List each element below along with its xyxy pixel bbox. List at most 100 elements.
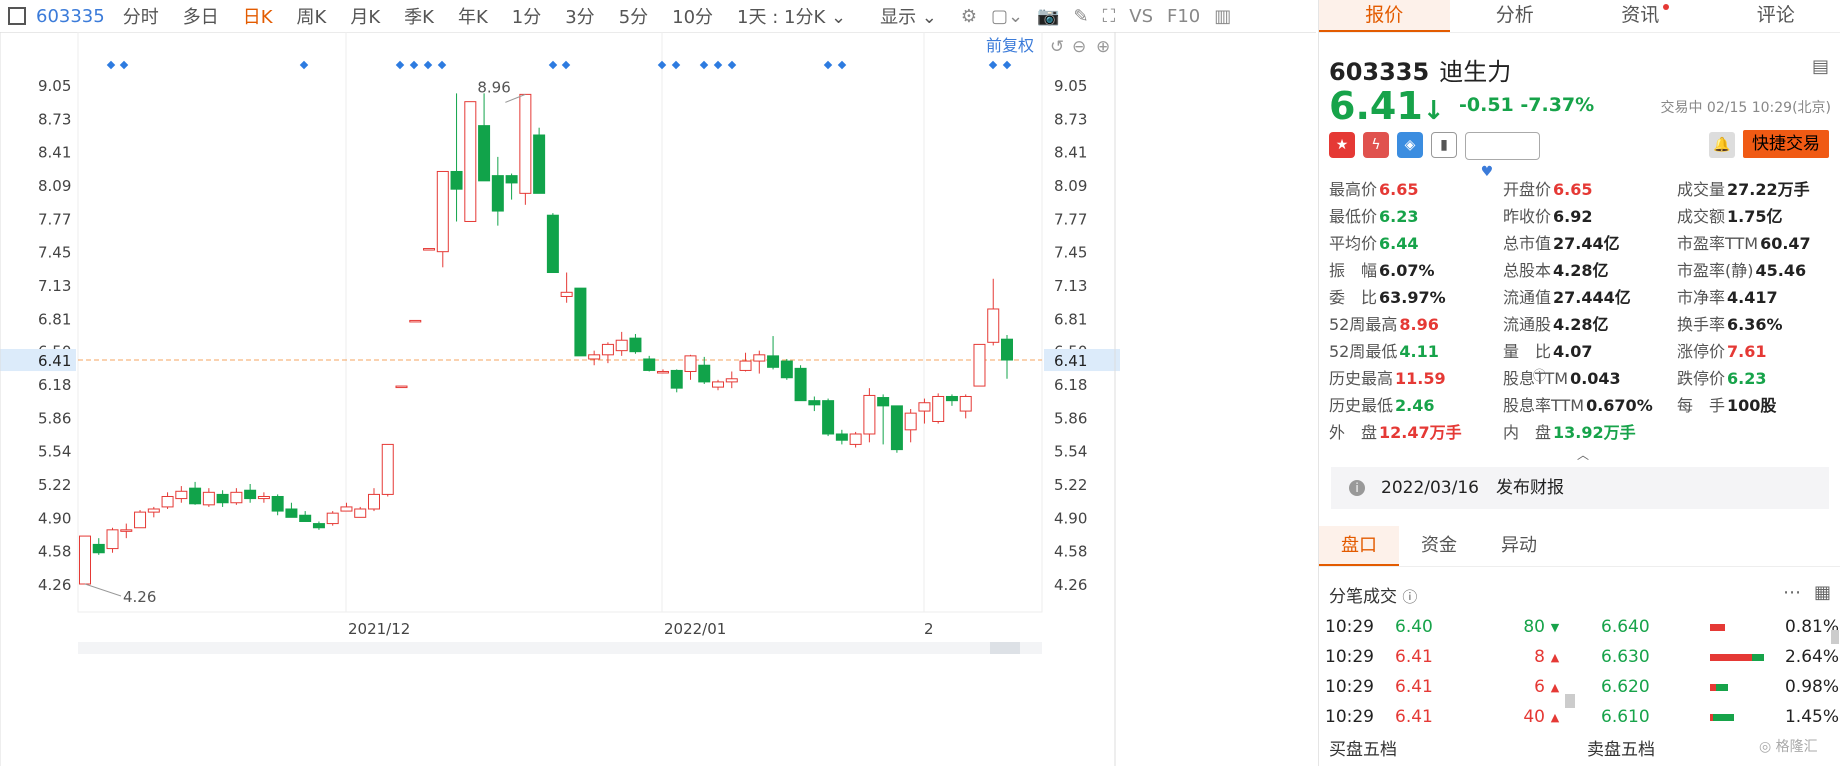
stats-row: 最低价 6.23 昨收价 6.92 成交额 1.75亿 <box>1329 203 1840 230</box>
display-menu[interactable]: 显示 ⌄ <box>880 3 937 29</box>
event-marker[interactable] <box>548 60 558 70</box>
lightning-icon[interactable]: ϟ <box>1363 132 1389 158</box>
event-marker[interactable] <box>299 60 309 70</box>
period-tab[interactable]: 日K <box>243 3 273 29</box>
candle-body <box>656 370 669 374</box>
earnings-report[interactable]: i 2022/03/16 发布财报 <box>1331 467 1829 509</box>
stat-cell: 开盘价 6.65 <box>1503 176 1677 203</box>
bell-icon[interactable]: 🔔 <box>1709 132 1735 158</box>
detail-tab[interactable]: 资金 <box>1399 526 1479 566</box>
candle <box>918 398 931 424</box>
layout-icon[interactable]: ▦ <box>1814 582 1831 603</box>
kline-chart[interactable]: 9.05 9.05 8.73 8.73 8.41 8.41 8.09 8.09 7.77 7.77… <box>0 32 1316 766</box>
candle-body <box>216 493 229 504</box>
candle <box>546 213 559 274</box>
draw-icon[interactable]: ✎ <box>1074 6 1089 27</box>
event-marker[interactable] <box>423 60 433 70</box>
event-marker[interactable] <box>409 60 419 70</box>
range-scrollbar[interactable] <box>78 642 1042 654</box>
candle <box>973 343 986 387</box>
quote-tab[interactable]: 资讯 <box>1580 0 1711 32</box>
watermark-icon: ◎ 格隆汇 <box>1759 739 1818 755</box>
candle <box>780 358 793 380</box>
zoom-out-icon[interactable]: ⊖ <box>1072 37 1086 57</box>
market-cap-more-icon[interactable]: ⓘ <box>1533 365 1546 384</box>
event-marker[interactable] <box>106 60 116 70</box>
bookmark-icon[interactable]: ▮ <box>1431 132 1457 158</box>
tick-price: 6.40 <box>1395 617 1433 637</box>
vs-button[interactable]: VS <box>1129 6 1153 27</box>
add-watchlist-button[interactable]: ♥ 自选 <box>1465 132 1540 180</box>
stat-value: 0.670% <box>1586 396 1653 415</box>
candle <box>670 369 683 393</box>
event-marker[interactable] <box>119 60 129 70</box>
event-marker[interactable] <box>837 60 847 70</box>
sidebar-icon[interactable]: ▥ <box>1214 6 1231 27</box>
detail-icon[interactable]: ▤ <box>1812 56 1829 77</box>
undo-icon[interactable]: ↺ <box>1050 37 1064 57</box>
candle-body <box>79 535 91 585</box>
event-marker[interactable] <box>671 60 681 70</box>
event-marker[interactable] <box>823 60 833 70</box>
camera-icon[interactable]: 📷 <box>1037 6 1059 27</box>
adjust-mode-button[interactable]: 前复权 <box>986 36 1034 55</box>
interval-select[interactable]: 1天 : 1分K ⌄ <box>737 3 846 29</box>
y-tick-left: 8.41 <box>38 144 71 162</box>
fullscreen-icon[interactable]: ⛶ <box>1103 6 1116 27</box>
y-tick-right: 4.26 <box>1054 576 1087 594</box>
event-marker[interactable] <box>561 60 571 70</box>
event-marker[interactable] <box>713 60 723 70</box>
more-icon[interactable]: ⋯ <box>1783 582 1801 603</box>
event-marker[interactable] <box>699 60 709 70</box>
event-marker[interactable] <box>657 60 667 70</box>
kline-chart-area[interactable]: 9.05 9.05 8.73 8.73 8.41 8.41 8.09 8.09 7.77 7.77… <box>0 32 1316 766</box>
stats-row: 平均价 6.44 总市值 27.44亿 市盈率TTM 60.47 <box>1329 230 1840 257</box>
stat-label: 总市值 <box>1503 234 1552 253</box>
panel-toggle-icon[interactable] <box>8 7 26 25</box>
quote-tab[interactable]: 分析 <box>1450 0 1581 32</box>
period-tab[interactable]: 季K <box>404 3 434 29</box>
collapse-icon[interactable]: ︿ <box>1577 446 1589 463</box>
settings-icon[interactable]: ⚙ <box>961 6 977 27</box>
period-tab[interactable]: 周K <box>297 3 327 29</box>
period-tab[interactable]: 10分 <box>672 3 713 29</box>
stat-value: 6.44 <box>1379 234 1419 253</box>
candle-body <box>767 355 780 368</box>
candle-body <box>684 355 697 372</box>
period-tab[interactable]: 3分 <box>565 3 594 29</box>
stat-cell: 股息TTM 0.043 <box>1503 365 1677 392</box>
stats-row: 委 比 63.97% 流通值 27.444亿 市净率 4.417 <box>1329 284 1840 311</box>
period-tab[interactable]: 月K <box>350 3 380 29</box>
period-tab[interactable]: 年K <box>458 3 488 29</box>
info-icon[interactable]: ⓘ <box>1402 588 1417 606</box>
y-tick-right: 4.90 <box>1054 509 1087 527</box>
tick-volume: 40 <box>1523 707 1545 727</box>
depth-scrollbar[interactable] <box>1831 630 1839 644</box>
period-tab[interactable]: 1分 <box>512 3 541 29</box>
event-marker[interactable] <box>988 60 998 70</box>
zoom-in-icon[interactable]: ⊕ <box>1096 37 1110 57</box>
candle <box>134 510 147 529</box>
candle <box>601 342 614 364</box>
event-marker[interactable] <box>395 60 405 70</box>
tag-icon[interactable]: ◈ <box>1397 132 1423 158</box>
period-tab[interactable]: 分时 <box>123 3 159 29</box>
tick-scrollbar[interactable] <box>1565 694 1575 708</box>
stats-row: 历史最高 11.59 股息TTM 0.043 跌停价 6.23 <box>1329 365 1840 392</box>
period-tab[interactable]: 多日 <box>183 3 219 29</box>
tick-time: 10:29 <box>1325 617 1374 637</box>
event-marker[interactable] <box>727 60 737 70</box>
range-handle[interactable] <box>990 642 1020 654</box>
quick-trade-button[interactable]: 快捷交易 <box>1743 130 1829 158</box>
event-marker[interactable] <box>1002 60 1012 70</box>
quote-tab[interactable]: 评论 <box>1711 0 1840 32</box>
detail-tab[interactable]: 盘口 <box>1319 526 1399 566</box>
event-marker[interactable] <box>437 60 447 70</box>
box-select-icon[interactable]: ▢⌄ <box>991 6 1023 27</box>
f10-button[interactable]: F10 <box>1167 6 1200 27</box>
detail-tab[interactable]: 异动 <box>1479 526 1559 566</box>
period-tab[interactable]: 5分 <box>619 3 648 29</box>
candle-body <box>780 360 793 379</box>
quote-tab[interactable]: 报价 <box>1319 0 1450 32</box>
stat-value: 12.47万手 <box>1379 423 1462 442</box>
